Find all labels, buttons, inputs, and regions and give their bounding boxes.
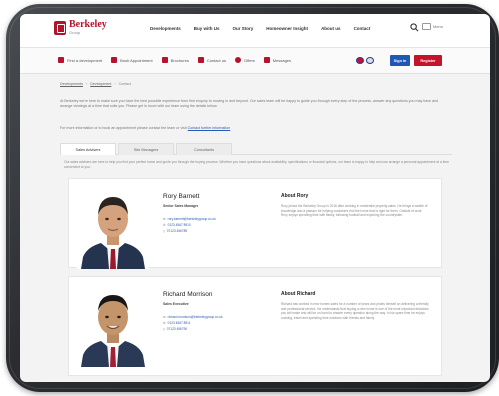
email-icon: ✉ [163, 217, 166, 221]
email-text: richard.morrison@berkeleygroup.co.uk [167, 315, 223, 319]
breadcrumb-current: Contact [118, 82, 131, 86]
about-text: Richard has worked in new homes sales fo… [281, 302, 429, 321]
team-member-photo [77, 281, 149, 367]
team-member-role: Senior Sales Manager [163, 204, 199, 208]
toolbar-label: Brochures [170, 57, 189, 63]
team-member-email[interactable]: ✉ rory.barnett@berkeleygroup.co.uk [163, 217, 216, 221]
phone-icon [197, 57, 204, 63]
toolbar-item-brochures[interactable]: Brochures [161, 57, 189, 63]
breadcrumb-item[interactable]: Development [90, 82, 111, 86]
calendar-icon [111, 57, 118, 63]
nav-item-contact[interactable]: Contact [354, 26, 371, 31]
phone-text: 0123 4567 8911 [167, 321, 191, 325]
site-header: Berkeley Group Developments Buy with Us … [20, 14, 490, 48]
breadcrumb-item[interactable]: Developments [60, 82, 83, 86]
nav-item-insight[interactable]: Homeowner Insight [266, 26, 308, 31]
email-icon: ✉ [163, 315, 166, 319]
logo-mark-icon [54, 20, 66, 35]
uk-flag-icon [366, 57, 374, 64]
language-selector[interactable] [356, 57, 374, 64]
nav-item-developments[interactable]: Developments [150, 26, 181, 31]
team-member-phone[interactable]: ✆ 0123 4567 8911 [163, 321, 190, 325]
nav-item-buy[interactable]: Buy with Us [194, 26, 220, 31]
toolbar-item-contact[interactable]: Contact us [197, 57, 226, 63]
logo-name: Berkeley [69, 19, 107, 30]
toolbar-label: Book Appointment [120, 57, 153, 63]
help-text: For more information or to book an appoi… [60, 126, 450, 130]
toolbar-label: Messages [272, 57, 292, 63]
nav-item-story[interactable]: Our Story [233, 26, 254, 31]
tab-site-managers[interactable]: Site Managers [118, 143, 174, 155]
phone-icon: ✆ [163, 223, 166, 227]
toolbar-label: Contact us [206, 57, 226, 63]
home-icon [58, 57, 64, 63]
tablet-frame: Berkeley Group Developments Buy with Us … [6, 4, 499, 392]
mobile-text: 07123 456790 [166, 327, 188, 331]
register-button[interactable]: Register [414, 55, 442, 66]
email-text: rory.barnett@berkeleygroup.co.uk [167, 217, 216, 221]
team-member-card: Rory Barnett Senior Sales Manager ✉ rory… [68, 178, 442, 269]
toolbar-item-messages[interactable]: Messages [263, 57, 292, 63]
team-tabs: Sales Advisers Site Managers Consultants [60, 143, 452, 155]
help-link[interactable]: Contact further information [188, 126, 231, 130]
about-heading: About Richard [281, 291, 316, 297]
about-heading: About Rory [281, 193, 309, 199]
uk-flag-icon [356, 57, 364, 64]
nav-item-about[interactable]: About us [321, 26, 341, 31]
menu-label: Menu [433, 24, 444, 29]
brochure-icon [161, 57, 168, 63]
action-toolbar: Find a development Book Appointment Broc… [20, 48, 490, 74]
tab-description: Our sales advisers are here to help you … [64, 160, 449, 169]
mobile-icon: ▯ [163, 229, 165, 233]
tab-sales-advisers[interactable]: Sales Advisers [60, 143, 116, 155]
toolbar-label: Find a development [67, 57, 103, 63]
team-member-mobile[interactable]: ▯ 07123 456790 [163, 327, 187, 331]
mobile-icon: ▯ [163, 327, 165, 331]
brand-logo[interactable]: Berkeley Group [54, 20, 107, 35]
toolbar-item-book[interactable]: Book Appointment [111, 57, 153, 63]
intro-paragraph: At Berkeley we're here to make sure you … [60, 99, 439, 109]
about-text: Rory joined the Berkeley Group in 2016 a… [281, 204, 428, 218]
tablet-screen: Berkeley Group Developments Buy with Us … [20, 14, 490, 382]
logo-sub: Group [69, 30, 81, 35]
team-member-email[interactable]: ✉ richard.morrison@berkeleygroup.co.uk [163, 315, 223, 319]
help-text-body: For more information or to book an appoi… [60, 126, 187, 130]
team-member-card: Richard Morrison Sales Executive ✉ richa… [68, 276, 442, 376]
breadcrumb: Developments › Development › Contact [60, 82, 131, 86]
team-member-mobile[interactable]: ▯ 07123 456789 [163, 229, 187, 233]
team-member-role: Sales Executive [163, 302, 189, 306]
team-member-phone[interactable]: ✆ 0123 4567 8910 [163, 223, 191, 227]
team-member-name: Richard Morrison [163, 291, 213, 298]
main-nav: Developments Buy with Us Our Story Homeo… [150, 26, 370, 31]
menu-icon [422, 23, 431, 30]
team-member-name: Rory Barnett [163, 193, 200, 200]
tag-icon [234, 57, 241, 63]
phone-text: 0123 4567 8910 [167, 223, 191, 227]
search-icon[interactable] [410, 23, 419, 32]
toolbar-item-offers[interactable]: Offers [234, 57, 255, 63]
message-icon [263, 57, 270, 63]
toolbar-item-find[interactable]: Find a development [58, 57, 102, 63]
phone-icon: ✆ [163, 321, 166, 325]
toolbar-label: Offers [243, 57, 255, 63]
team-member-photo [77, 183, 149, 269]
sign-in-button[interactable]: Sign In [390, 55, 410, 66]
menu-button[interactable]: Menu [422, 23, 443, 30]
tab-consultants[interactable]: Consultants [176, 143, 232, 155]
mobile-text: 07123 456789 [166, 229, 188, 233]
